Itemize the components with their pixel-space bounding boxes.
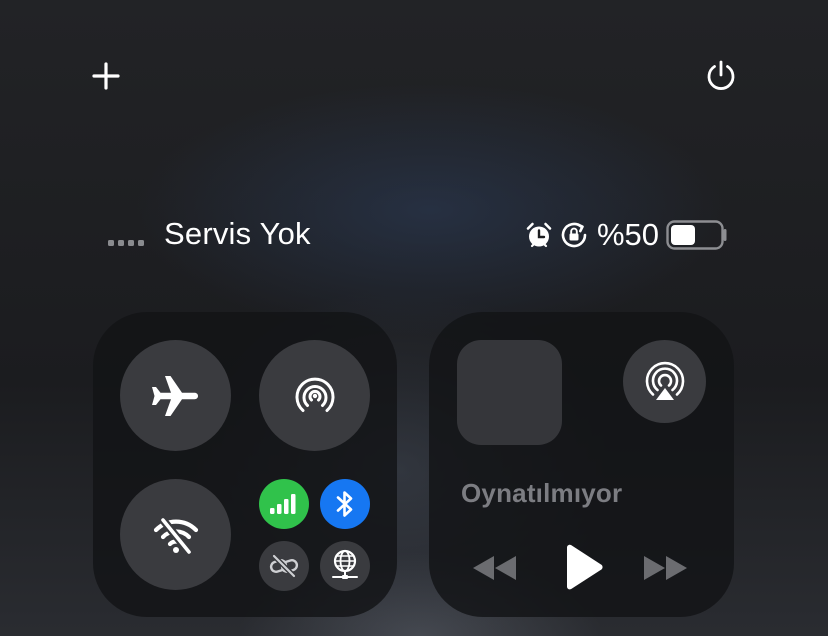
hotspot-link-icon: [269, 553, 299, 579]
vpn-toggle[interactable]: [320, 541, 370, 591]
battery-percentage: %50: [596, 217, 659, 252]
cellular-bars-icon: [270, 494, 296, 514]
rotation-lock-icon: [561, 222, 587, 248]
airdrop-toggle[interactable]: [259, 340, 370, 451]
cellular-data-toggle[interactable]: [259, 479, 309, 529]
plus-icon: [92, 62, 120, 90]
power-icon: [707, 60, 735, 90]
alarm-clock-icon: [526, 222, 552, 248]
connectivity-module: [93, 312, 397, 617]
bluetooth-toggle[interactable]: [320, 479, 370, 529]
vpn-globe-icon: [332, 549, 358, 579]
airplay-audio-icon: [645, 361, 684, 400]
airplane-icon: [151, 375, 198, 416]
power-button[interactable]: [701, 56, 741, 96]
wifi-off-icon: [153, 515, 198, 556]
airplay-button[interactable]: [623, 340, 706, 423]
carrier-label: Servis Yok: [164, 216, 311, 251]
rewind-icon: [473, 556, 516, 580]
album-artwork: [457, 340, 562, 445]
airplane-mode-toggle[interactable]: [120, 340, 231, 451]
play-button[interactable]: [557, 542, 609, 594]
fast-forward-icon: [644, 556, 687, 580]
bluetooth-icon: [336, 491, 353, 517]
add-button[interactable]: [86, 56, 126, 96]
previous-track-button[interactable]: [469, 550, 521, 586]
now-playing-title: Oynatılmıyor: [461, 478, 623, 508]
wifi-toggle[interactable]: [120, 479, 231, 590]
battery-icon: [666, 220, 727, 250]
airdrop-icon: [295, 377, 334, 412]
next-track-button[interactable]: [639, 550, 691, 586]
signal-dots-icon: [108, 240, 144, 246]
status-bar: Servis Yok %50: [108, 214, 728, 254]
play-icon: [567, 544, 603, 590]
now-playing-module: Oynatılmıyor: [429, 312, 734, 617]
personal-hotspot-toggle[interactable]: [259, 541, 309, 591]
